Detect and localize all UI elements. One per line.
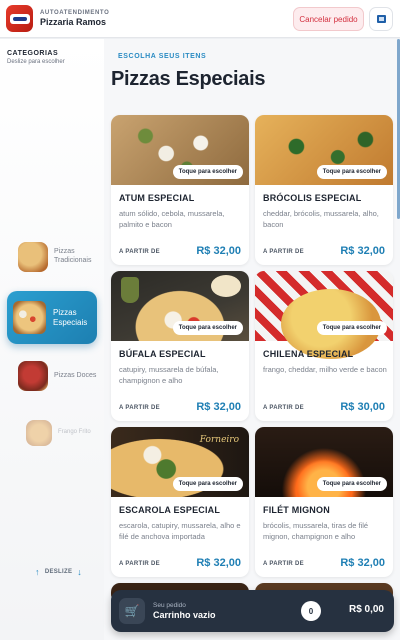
category-thumbnail — [26, 420, 52, 446]
price-from-label: A PARTIR DE — [263, 249, 304, 255]
category-label: Pizzas Especiais — [53, 307, 88, 327]
categories-subtitle: Deslize para escolher — [7, 59, 65, 65]
category-frango-frito[interactable]: Frango Frito — [26, 420, 102, 446]
product-description: frango, cheddar, milho verde e bacon — [263, 365, 387, 374]
product-image: Toque para escolher — [111, 271, 249, 341]
price-from-label: A PARTIR DE — [119, 249, 160, 255]
tap-to-choose-badge: Toque para escolher — [316, 165, 387, 179]
product-image: Toque para escolher — [255, 271, 393, 359]
product-card-atum-especial[interactable]: Toque para escolher ATUM ESPECIAL atum s… — [111, 115, 249, 265]
price-from-label: A PARTIR DE — [263, 561, 304, 567]
category-label: Frango Frito — [58, 429, 91, 436]
price-from-label: A PARTIR DE — [263, 405, 304, 411]
product-name: CHILENA ESPECIAL — [263, 349, 354, 359]
arrow-up-icon: ↑ — [35, 567, 40, 577]
product-description: catupiry, mussarela de búfala, champigno… — [119, 365, 219, 385]
flag-icon — [376, 15, 386, 23]
category-thumbnail — [18, 361, 48, 391]
category-label: Pizzas Tradicionais — [54, 248, 92, 264]
product-description: escarola, catupiry, mussarela, alho e fi… — [119, 521, 241, 541]
image-brand-text: Forneiro — [199, 435, 239, 445]
tap-to-choose-badge: Toque para escolher — [316, 321, 387, 335]
category-thumbnail — [13, 301, 46, 334]
cart-status: Carrinho vazio — [153, 609, 216, 620]
category-thumbnail — [18, 242, 48, 272]
product-card-bufala-especial[interactable]: Toque para escolher BÚFALA ESPECIAL catu… — [111, 271, 249, 421]
page-title: Pizzas Especiais — [111, 68, 266, 90]
category-sidebar[interactable]: CATEGORIAS Deslize para escolher Pizzas … — [0, 39, 104, 640]
product-card-brocolis-especial[interactable]: Toque para escolher BRÓCOLIS ESPECIAL ch… — [255, 115, 393, 265]
tap-to-choose-badge: Toque para escolher — [172, 165, 243, 179]
product-card-filet-mignon[interactable]: Toque para escolher FILÉT MIGNON brócoli… — [255, 427, 393, 577]
cart-bar[interactable]: 🛒 Seu pedido Carrinho vazio 0 R$ 0,00 — [111, 590, 394, 632]
product-name: FILÉT MIGNON — [263, 505, 330, 515]
categories-title: CATEGORIAS — [7, 50, 59, 57]
product-price: R$ 32,00 — [340, 557, 385, 569]
product-price: R$ 32,00 — [340, 245, 385, 257]
product-image: Toque para escolher — [111, 115, 249, 185]
category-label: Pizzas Doces — [54, 371, 97, 379]
section-kicker: ESCOLHA SEUS ITENS — [118, 53, 207, 60]
category-pizzas-tradicionais[interactable]: Pizzas Tradicionais — [18, 242, 98, 272]
product-price: R$ 30,00 — [340, 401, 385, 413]
cart-info: Seu pedido Carrinho vazio — [153, 602, 216, 621]
self-service-label: AUTOATENDIMENTO — [40, 10, 110, 16]
product-name: BÚFALA ESPECIAL — [119, 349, 206, 359]
product-description: atum sólido, cebola, mussarela, palmito … — [119, 209, 225, 229]
store-logo — [6, 5, 33, 32]
product-name: ESCAROLA ESPECIAL — [119, 505, 221, 515]
category-pizzas-especiais[interactable]: Pizzas Especiais — [7, 291, 97, 344]
cancel-order-button[interactable]: Cancelar pedido — [293, 7, 364, 31]
tap-to-choose-badge: Toque para escolher — [172, 321, 243, 335]
store-name: Pizzaria Ramos — [40, 17, 107, 27]
product-card-chilena-especial[interactable]: Toque para escolher CHILENA ESPECIAL fra… — [255, 271, 393, 421]
cart-count-badge: 0 — [301, 601, 321, 621]
product-image: Toque para escolher — [255, 427, 393, 497]
product-name: ATUM ESPECIAL — [119, 193, 195, 203]
cart-icon: 🛒 — [119, 598, 145, 624]
product-description: cheddar, brócolis, mussarela, alho, baco… — [263, 209, 379, 229]
top-bar: AUTOATENDIMENTO Pizzaria Ramos Cancelar … — [0, 0, 400, 38]
product-price: R$ 32,00 — [196, 557, 241, 569]
product-image: Toque para escolher — [255, 115, 393, 185]
product-price: R$ 32,00 — [196, 401, 241, 413]
product-name: BRÓCOLIS ESPECIAL — [263, 193, 362, 203]
arrow-down-icon: ↓ — [77, 567, 83, 577]
scroll-hint: ↑ DESLIZE ↓ — [30, 567, 87, 577]
product-card-escarola-especial[interactable]: Forneiro Toque para escolher ESCAROLA ES… — [111, 427, 249, 577]
tap-to-choose-badge: Toque para escolher — [172, 477, 243, 491]
price-from-label: A PARTIR DE — [119, 561, 160, 567]
scroll-hint-label: DESLIZE — [44, 569, 73, 575]
category-pizzas-doces[interactable]: Pizzas Doces — [18, 361, 98, 391]
tap-to-choose-badge: Toque para escolher — [316, 477, 387, 491]
product-description: brócolis, mussarela, tiras de filé migno… — [263, 521, 369, 541]
cart-total: R$ 0,00 — [348, 604, 384, 615]
product-price: R$ 32,00 — [196, 245, 241, 257]
cart-label: Seu pedido — [153, 601, 186, 609]
language-button[interactable] — [369, 7, 393, 31]
price-from-label: A PARTIR DE — [119, 405, 160, 411]
store-brand: AUTOATENDIMENTO Pizzaria Ramos — [40, 10, 109, 27]
product-image: Forneiro Toque para escolher — [111, 427, 249, 497]
product-area[interactable]: ESCOLHA SEUS ITENS Pizzas Especiais Toqu… — [104, 39, 400, 640]
